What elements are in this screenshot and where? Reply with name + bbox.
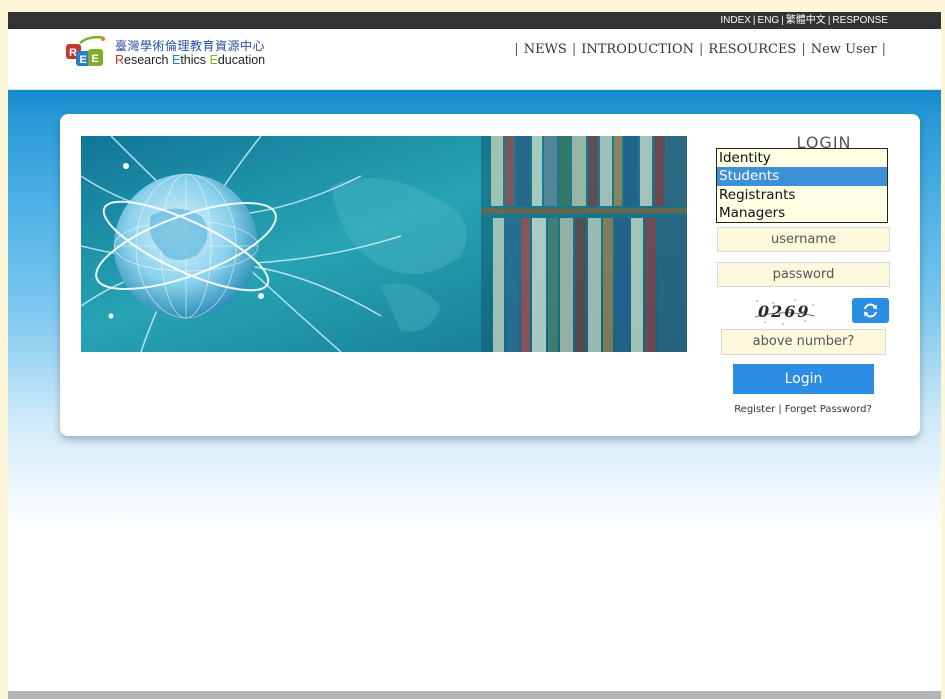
captcha-text: 0269 xyxy=(758,302,811,321)
page-frame: INDEX | ENG | 繁體中文 | RESPONSE R E E 臺灣學術倫理教育資源… xyxy=(8,12,941,699)
svg-text:E: E xyxy=(80,54,87,66)
refresh-icon xyxy=(864,303,877,318)
site-header: R E E 臺灣學術倫理教育資源中心 Research Ethics Educa… xyxy=(8,29,941,90)
top-link-eng[interactable]: ENG xyxy=(758,15,780,26)
identity-option[interactable]: Identity xyxy=(717,149,887,167)
svg-text:R: R xyxy=(69,47,77,59)
identity-select[interactable]: Identity Students Registrants Managers xyxy=(716,148,888,223)
identity-option[interactable]: Registrants xyxy=(717,186,887,204)
login-card: LOGIN Identity Students Registrants Mana… xyxy=(60,114,920,436)
captcha-answer-input[interactable]: above number? xyxy=(721,329,886,355)
username-input[interactable]: username xyxy=(717,227,890,252)
top-bar: INDEX | ENG | 繁體中文 | RESPONSE xyxy=(8,12,941,29)
logo-text[interactable]: 臺灣學術倫理教育資源中心 Research Ethics Education xyxy=(115,39,265,68)
captcha-refresh-button[interactable] xyxy=(852,298,889,323)
forget-password-link[interactable]: Forget Password? xyxy=(785,404,872,415)
svg-text:E: E xyxy=(92,53,99,65)
identity-option[interactable]: Managers xyxy=(717,204,887,222)
nav-item-news[interactable]: NEWS xyxy=(524,42,567,57)
main-nav: | NEWS | INTRODUCTION | RESOURCES | New User | xyxy=(514,42,886,57)
logo-chinese-name: 臺灣學術倫理教育資源中心 xyxy=(115,39,266,53)
login-button[interactable]: Login xyxy=(733,364,874,394)
top-link-chinese[interactable]: 繁體中文 xyxy=(786,15,826,26)
globe-bookshelf-banner-image xyxy=(81,136,687,352)
top-link-index[interactable]: INDEX xyxy=(720,15,751,26)
ree-logo-icon[interactable]: R E E xyxy=(60,35,106,73)
register-link[interactable]: Register xyxy=(734,404,775,415)
password-input[interactable]: password xyxy=(717,262,890,287)
nav-item-introduction[interactable]: INTRODUCTION xyxy=(581,42,694,57)
nav-item-new-user[interactable]: New User xyxy=(811,42,877,57)
nav-item-resources[interactable]: RESOURCES xyxy=(708,42,796,57)
logo-english-name: Research Ethics Education xyxy=(115,53,266,67)
account-links: Register | Forget Password? xyxy=(734,404,872,415)
footer-bar xyxy=(8,691,941,699)
identity-option-selected[interactable]: Students xyxy=(717,167,887,186)
captcha-image: 0269 xyxy=(753,297,817,327)
top-link-response[interactable]: RESPONSE xyxy=(832,15,888,26)
top-links: INDEX | ENG | 繁體中文 | RESPONSE xyxy=(720,15,888,26)
